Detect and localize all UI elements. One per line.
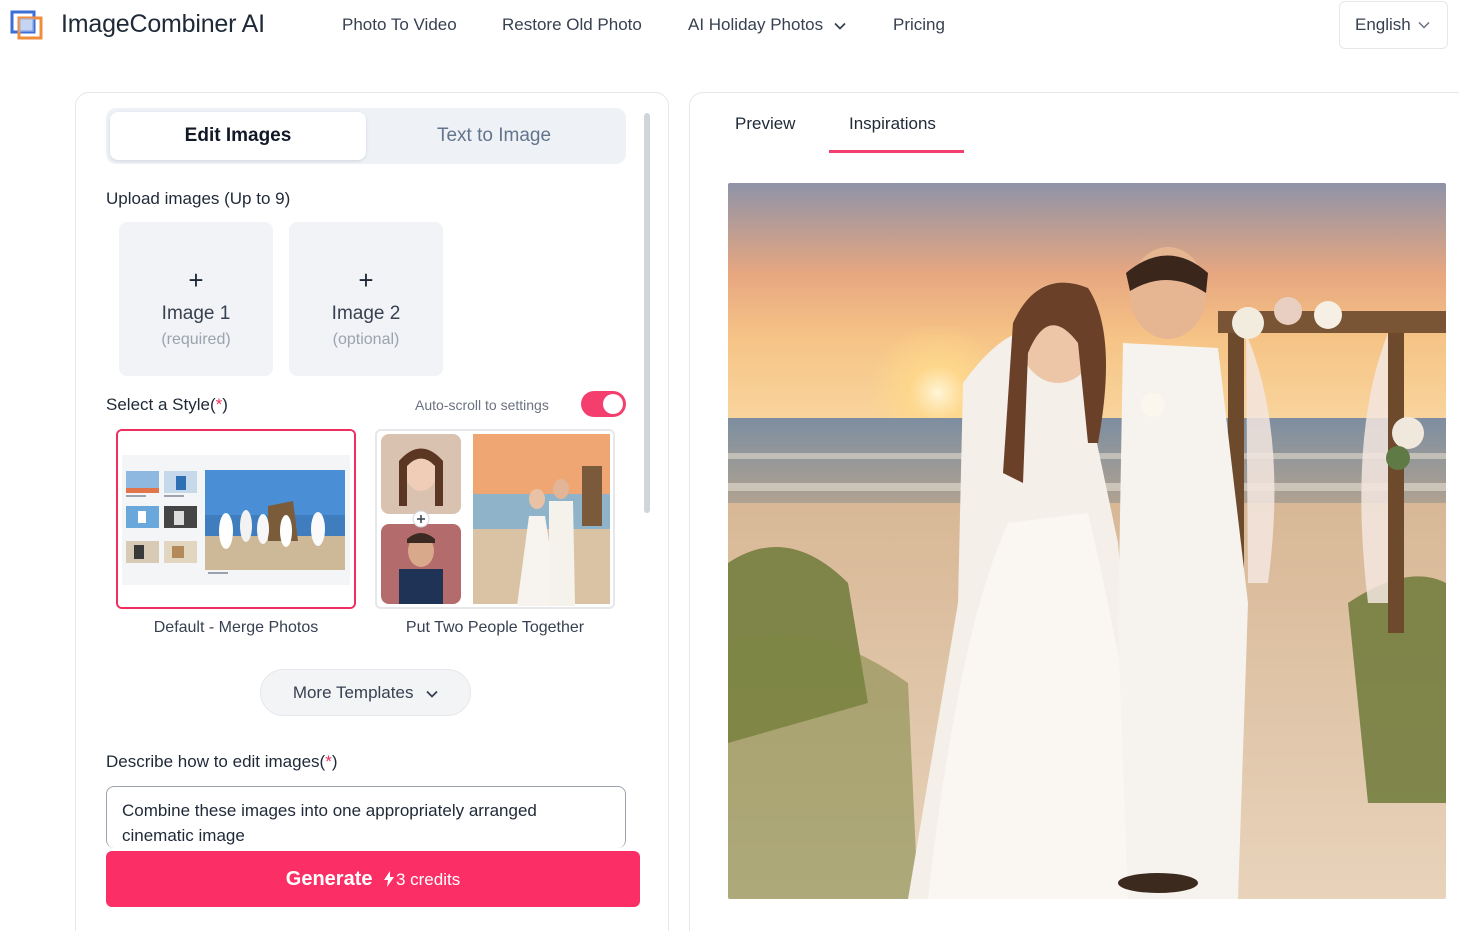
chevron-down-icon: [1418, 21, 1430, 29]
nav-restore-old-photo[interactable]: Restore Old Photo: [502, 15, 642, 35]
tab-preview[interactable]: Preview: [735, 114, 795, 134]
logo-icon[interactable]: [9, 9, 45, 41]
chevron-down-icon: [426, 690, 438, 698]
toggle-knob: [603, 394, 623, 414]
bolt-icon: [383, 870, 394, 887]
upload-image-1[interactable]: + Image 1 (required): [119, 222, 273, 376]
autoscroll-label: Auto-scroll to settings: [415, 397, 549, 413]
app-name[interactable]: ImageCombiner AI: [61, 10, 265, 39]
tab-edit-images[interactable]: Edit Images: [110, 112, 366, 160]
upload-note: (optional): [332, 331, 400, 348]
editor-panel: Edit Images Text to Image Upload images …: [75, 92, 669, 931]
upload-label: Upload images (Up to 9): [106, 189, 291, 208]
mode-tabs: Edit Images Text to Image: [106, 108, 626, 164]
required-star: *: [325, 752, 332, 771]
style-caption-two-people: Put Two People Together: [405, 619, 585, 636]
style-label-text: Select a Style(: [106, 395, 216, 414]
tab-inspirations[interactable]: Inspirations: [849, 114, 936, 134]
style-caption-merge-photos: Default - Merge Photos: [153, 619, 319, 636]
upload-note: (required): [161, 331, 231, 348]
active-tab-indicator: [829, 150, 964, 153]
describe-label: Describe how to edit images(*): [106, 752, 338, 772]
prompt-textarea[interactable]: Combine these images into one appropriat…: [106, 786, 626, 848]
upload-title: Image 2: [331, 303, 401, 324]
wedding-beach-photo: [728, 183, 1446, 899]
panel-scrollbar[interactable]: [644, 113, 650, 513]
two-people-thumbnail: [377, 431, 613, 607]
upload-title: Image 1: [161, 303, 231, 324]
nav-pricing[interactable]: Pricing: [893, 15, 945, 35]
describe-label-close: ): [331, 752, 338, 771]
plus-icon: +: [188, 265, 204, 295]
more-templates-button[interactable]: More Templates: [260, 669, 471, 716]
autoscroll-toggle[interactable]: [581, 391, 626, 417]
plus-icon: +: [358, 265, 374, 295]
style-card-two-people[interactable]: [375, 429, 615, 609]
style-label: Select a Style(*): [106, 395, 228, 415]
style-label-close: ): [222, 395, 228, 414]
style-card-merge-photos[interactable]: [116, 429, 356, 609]
upload-image-2[interactable]: + Image 2 (optional): [289, 222, 443, 376]
language-select[interactable]: English: [1339, 1, 1448, 49]
credits-label: 3 credits: [395, 870, 461, 889]
chevron-down-icon: [834, 22, 846, 30]
viewer-panel: Preview Inspirations: [689, 92, 1459, 931]
describe-label-text: Describe how to edit images(: [106, 752, 326, 771]
nav-ai-holiday-photos-label: AI Holiday Photos: [688, 15, 824, 34]
more-templates-label: More Templates: [292, 683, 414, 702]
nav-ai-holiday-photos[interactable]: AI Holiday Photos: [688, 15, 846, 35]
merge-photos-thumbnail: [118, 431, 354, 607]
tab-text-to-image[interactable]: Text to Image: [366, 112, 622, 160]
inspiration-image[interactable]: [728, 183, 1446, 899]
language-label: English: [1355, 15, 1411, 34]
top-header: ImageCombiner AI Photo To Video Restore …: [0, 0, 1459, 52]
generate-button[interactable]: Generate 3 credits: [106, 851, 640, 907]
nav-photo-to-video[interactable]: Photo To Video: [342, 15, 457, 35]
generate-label: Generate: [285, 868, 373, 890]
